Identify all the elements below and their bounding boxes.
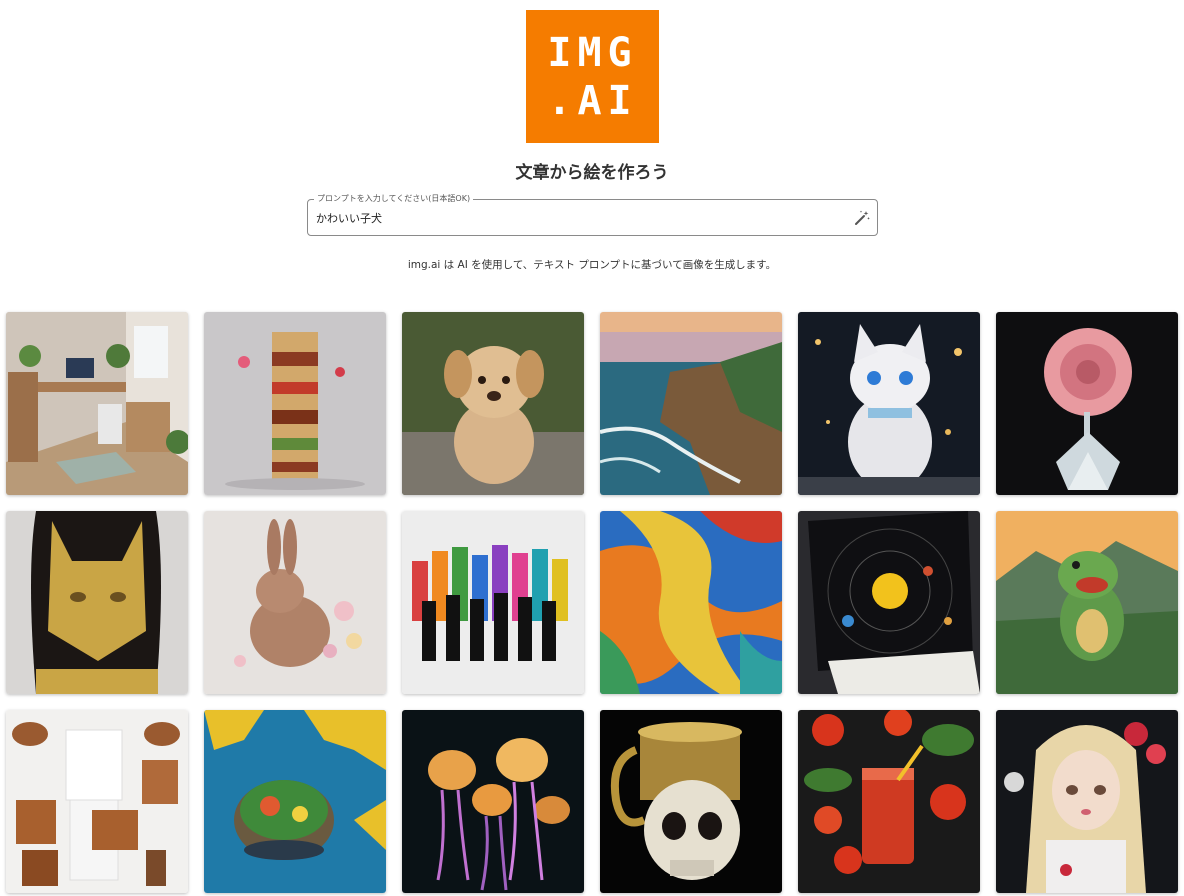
gallery-image-abstract-paint[interactable] bbox=[600, 511, 782, 694]
img-ai-logo[interactable]: IMG .AI bbox=[526, 10, 659, 143]
magic-wand-icon bbox=[855, 210, 870, 225]
logo-text-line1: IMG bbox=[547, 29, 638, 76]
gallery-image-isometric-room[interactable] bbox=[6, 312, 188, 495]
page: IMG .AI 文章から絵を作ろう プロンプトを入力してください(日本語OK) … bbox=[0, 0, 1184, 896]
gallery-image-baby-dinosaur[interactable] bbox=[996, 511, 1178, 694]
image-gallery bbox=[6, 312, 1179, 896]
gallery-image-puppy[interactable] bbox=[402, 312, 584, 495]
generate-button[interactable] bbox=[853, 209, 871, 227]
gallery-image-island-map[interactable] bbox=[204, 710, 386, 893]
gallery-image-dancing-silhouettes[interactable] bbox=[402, 511, 584, 694]
description-text: img.ai は AI を使用して、テキスト プロンプトに基づいて画像を生成しま… bbox=[407, 259, 777, 271]
gallery-image-glass-rose[interactable] bbox=[996, 312, 1178, 495]
gallery-image-solar-system-book[interactable] bbox=[798, 511, 980, 694]
gallery-image-sandwich-tower[interactable] bbox=[204, 312, 386, 495]
gallery-image-fashion-flatlay[interactable] bbox=[6, 710, 188, 893]
gallery-image-jellyfish[interactable] bbox=[402, 710, 584, 893]
gallery-image-gold-cat-mask[interactable] bbox=[6, 511, 188, 694]
gallery-image-floral-rabbit[interactable] bbox=[204, 511, 386, 694]
gallery-image-anime-girl[interactable] bbox=[996, 710, 1178, 893]
gallery-image-skull-mug[interactable] bbox=[600, 710, 782, 893]
gallery-image-coastal-cliffs[interactable] bbox=[600, 312, 782, 495]
prompt-label: プロンプトを入力してください(日本語OK) bbox=[314, 194, 474, 204]
page-title: 文章から絵を作ろう bbox=[515, 163, 669, 183]
logo-text-line2: .AI bbox=[547, 77, 638, 124]
prompt-field: プロンプトを入力してください(日本語OK) bbox=[307, 194, 878, 236]
gallery-image-sparkly-kitten[interactable] bbox=[798, 312, 980, 495]
prompt-input[interactable] bbox=[316, 209, 836, 227]
gallery-image-tomato-juice[interactable] bbox=[798, 710, 980, 893]
